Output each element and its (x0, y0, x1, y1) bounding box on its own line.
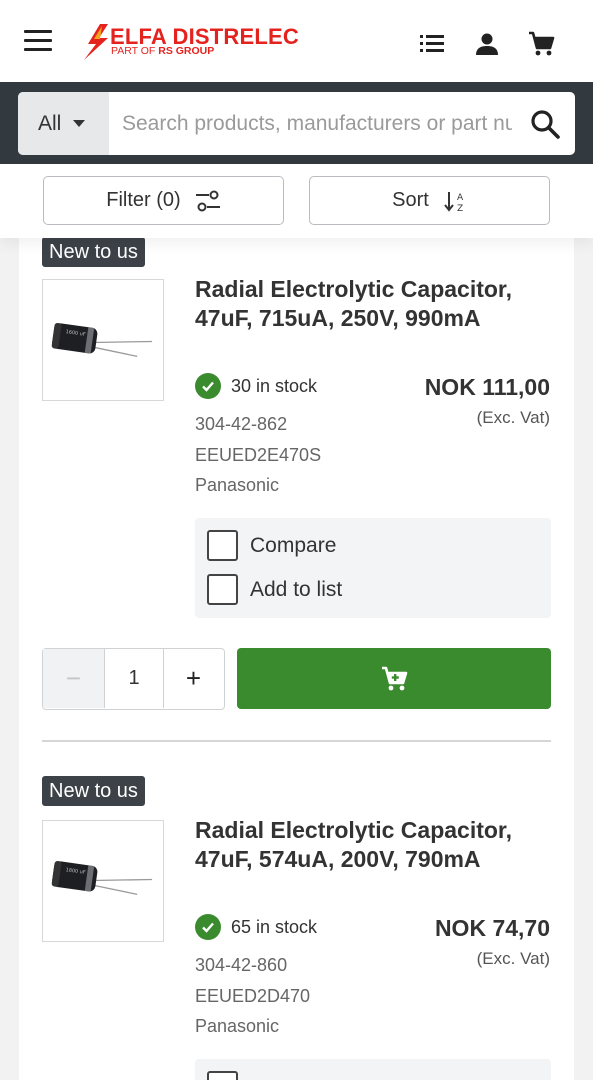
stock-status: 30 in stock (195, 373, 317, 399)
filter-button[interactable]: Filter (0) (43, 176, 284, 225)
add-to-cart-button[interactable] (237, 648, 551, 709)
compare-checkbox[interactable] (207, 1071, 250, 1080)
brand-tagline: PART OF RS GROUP (111, 45, 214, 57)
in-stock-check-icon (195, 373, 221, 399)
search-bar: All (0, 82, 593, 164)
sort-icon: A Z (444, 191, 464, 213)
decrement-button[interactable]: − (43, 649, 104, 708)
top-header: ELFA DISTRELEC PART OF RS GROUP (0, 0, 593, 82)
add-to-list-checkbox-box[interactable] (207, 574, 238, 605)
product-title[interactable]: Radial Electrolytic Capacitor, 47uF, 574… (195, 816, 525, 874)
product-divider (42, 740, 551, 742)
category-select[interactable]: All (18, 92, 109, 155)
capacitor-image-icon: 1800 uF (51, 860, 153, 896)
add-to-list-label: Add to list (250, 577, 343, 601)
manufacturer-name: Panasonic (195, 1016, 280, 1036)
brand-tag-prefix: PART OF (111, 45, 156, 57)
product-image[interactable]: 1600 uF (42, 279, 164, 401)
product-options: Compare Add to list (195, 518, 551, 618)
filter-sort-bar: Filter (0) Sort A Z (0, 164, 593, 238)
stock-text: 65 in stock (231, 916, 318, 937)
product-price: NOK 111,00 (424, 374, 550, 400)
filter-sliders-icon (195, 190, 220, 211)
manufacturer-part-number: EEUED2E470S (195, 445, 322, 465)
compare-checkbox[interactable]: Compare (207, 530, 336, 561)
search-box: All (18, 92, 575, 155)
increment-button[interactable]: + (164, 649, 223, 708)
stock-text: 30 in stock (231, 375, 318, 396)
account-icon[interactable] (473, 30, 501, 58)
svg-text:A: A (457, 193, 464, 203)
new-badge: New to us (42, 776, 145, 806)
list-icon[interactable] (418, 30, 446, 58)
vat-note: (Exc. Vat) (476, 408, 550, 427)
product-title[interactable]: Radial Electrolytic Capacitor, 47uF, 715… (195, 275, 525, 333)
capacitor-image-icon: 1600 uF (51, 322, 153, 357)
category-select-value: All (38, 111, 62, 135)
in-stock-check-icon (195, 914, 221, 940)
stock-status: 65 in stock (195, 914, 317, 940)
compare-checkbox-box[interactable] (207, 1071, 238, 1080)
search-icon[interactable] (529, 108, 561, 140)
compare-checkbox-box[interactable] (207, 530, 238, 561)
new-badge: New to us (42, 237, 145, 267)
product-price: NOK 74,70 (434, 915, 550, 941)
search-input[interactable] (122, 104, 512, 144)
add-to-list-checkbox[interactable]: Add to list (207, 574, 342, 605)
sort-button[interactable]: Sort A Z (309, 176, 550, 225)
product-image[interactable]: 1800 uF (42, 820, 164, 942)
compare-label: Compare (250, 533, 337, 557)
brand-tag-group: RS GROUP (158, 45, 215, 57)
logo-bolt-icon (84, 24, 108, 60)
product-options (195, 1059, 551, 1080)
manufacturer-part-number: EEUED2D470 (195, 986, 311, 1006)
quantity-stepper: − 1 + (42, 648, 225, 710)
filter-button-label: Filter (0) (106, 189, 181, 211)
article-number: 304-42-860 (195, 955, 288, 975)
quantity-input[interactable]: 1 (104, 649, 164, 708)
product-list: New to us 1600 uF Radial Electrolytic Ca… (19, 237, 574, 1080)
brand-logo[interactable]: ELFA DISTRELEC PART OF RS GROUP (82, 24, 302, 64)
vat-note: (Exc. Vat) (476, 949, 550, 968)
sort-button-label: Sort (392, 189, 429, 211)
cart-icon (382, 666, 408, 690)
article-number: 304-42-862 (195, 414, 288, 434)
cart-icon[interactable] (527, 30, 555, 58)
hamburger-menu-icon[interactable] (24, 30, 52, 52)
manufacturer-name: Panasonic (195, 475, 280, 495)
svg-text:Z: Z (457, 204, 463, 213)
caret-down-icon (73, 120, 86, 127)
